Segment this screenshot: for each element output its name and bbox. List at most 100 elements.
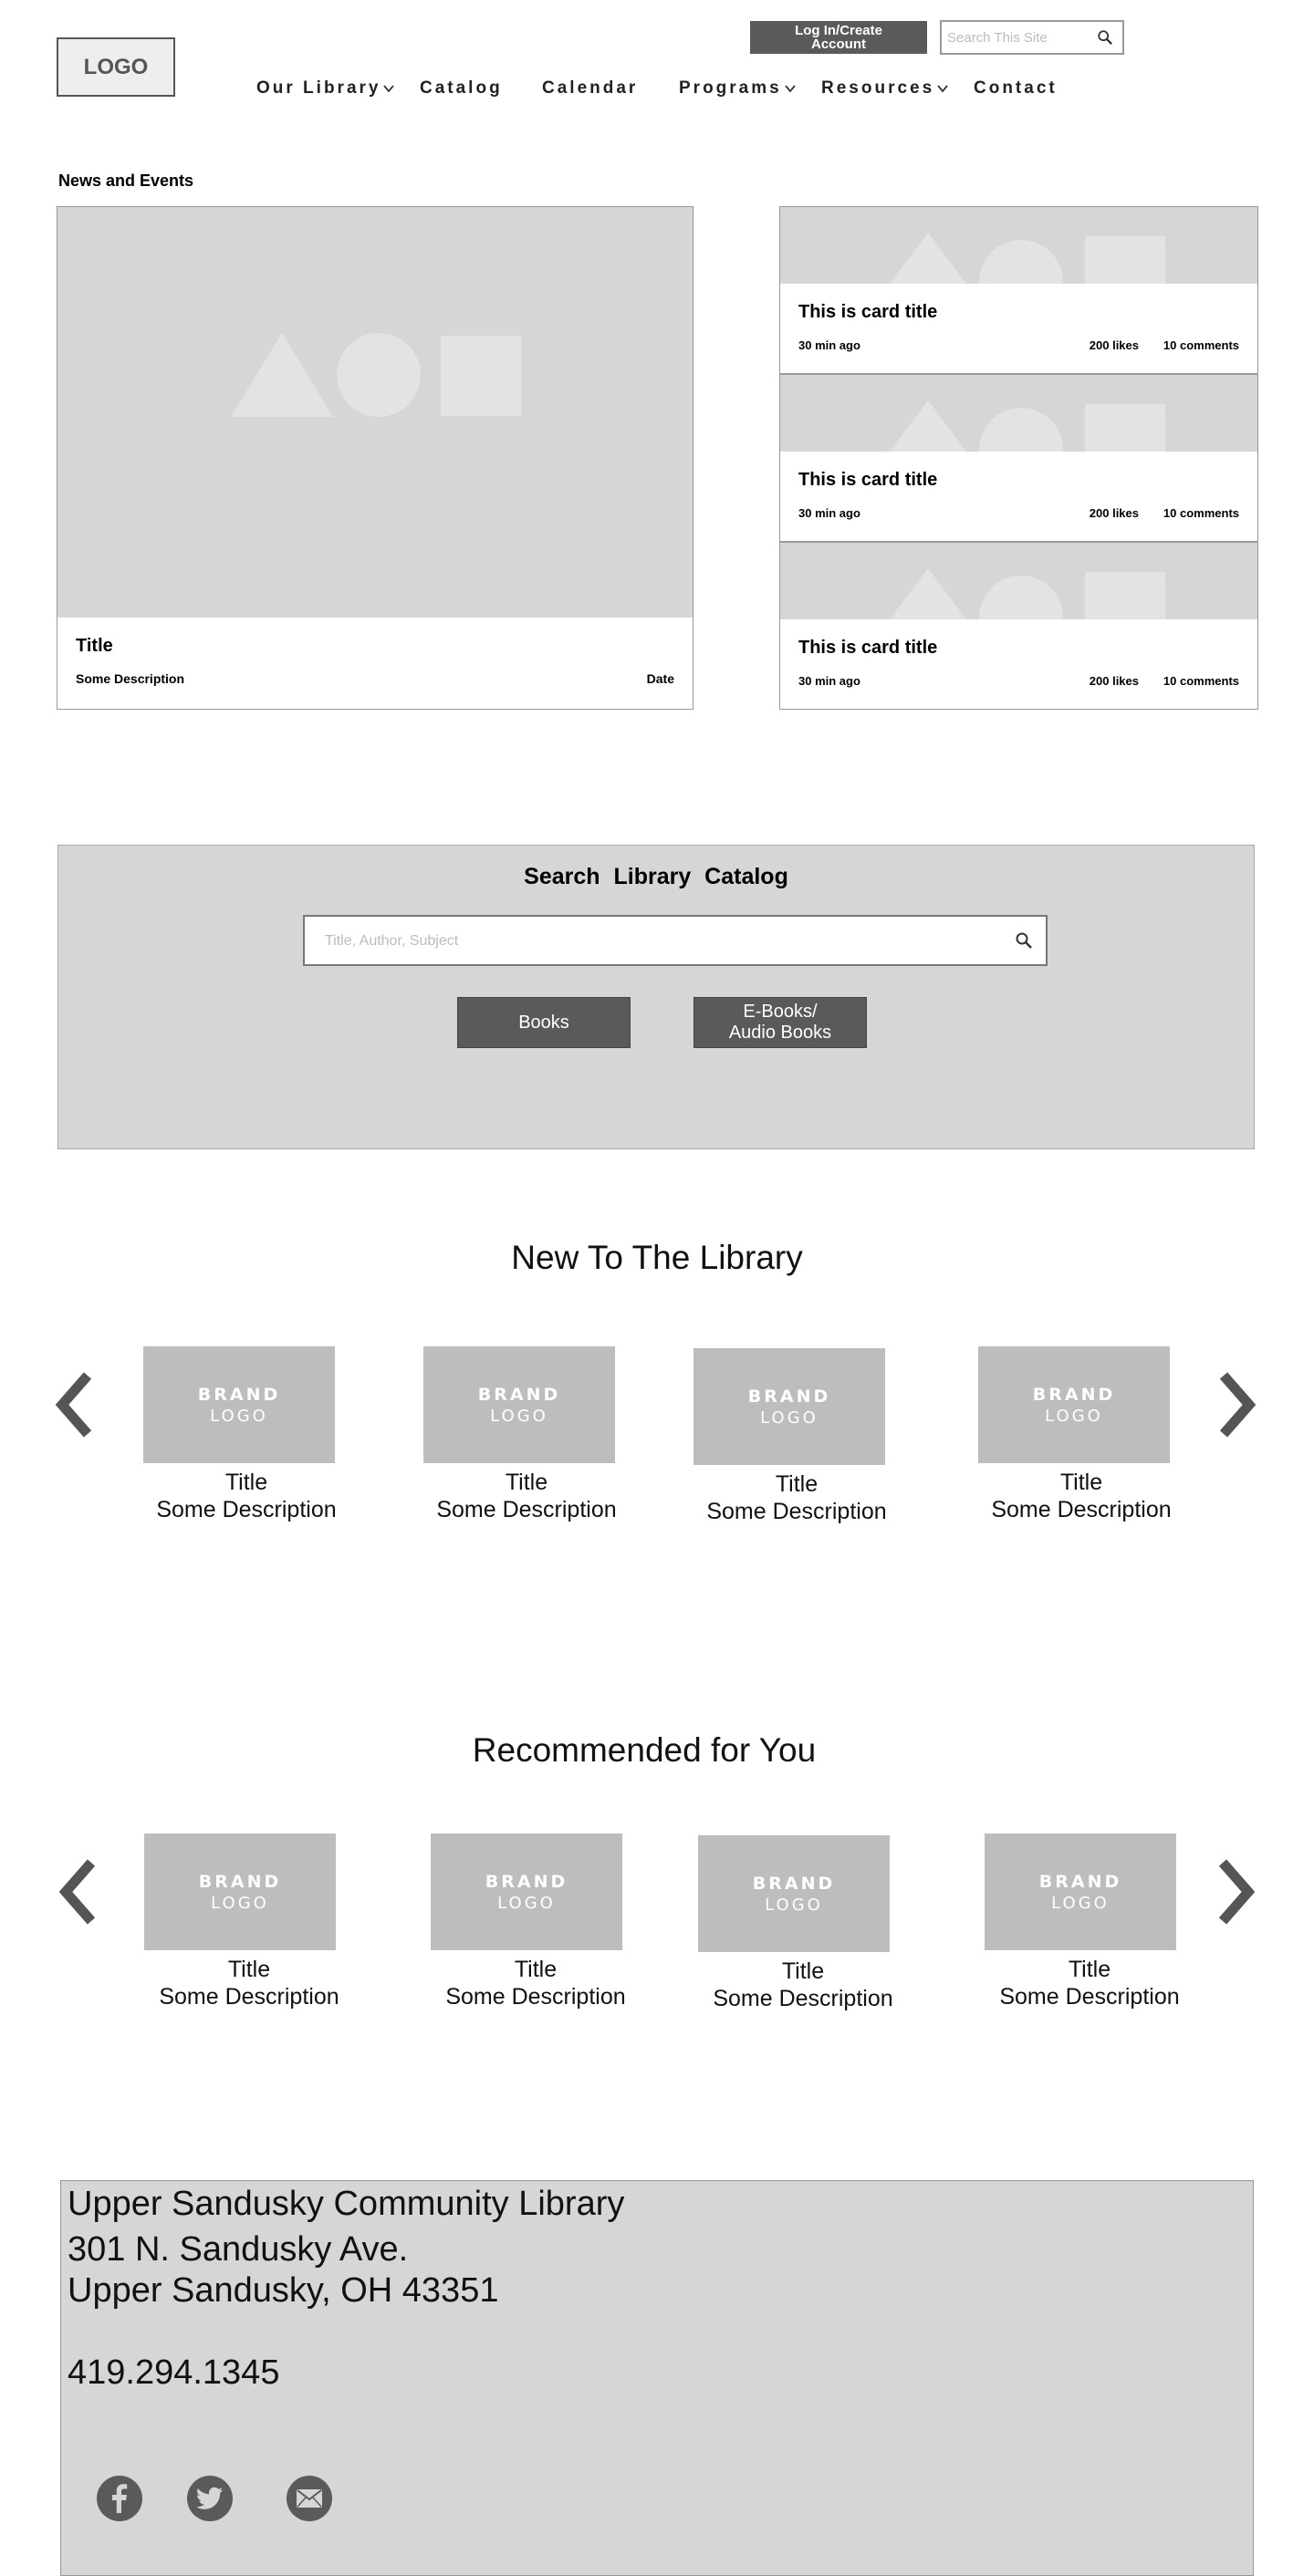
email-link[interactable] xyxy=(287,2476,332,2521)
chevron-down-icon xyxy=(785,85,796,93)
new-to-library-heading: New To The Library xyxy=(511,1239,803,1276)
nav-our-library[interactable]: Our Library xyxy=(256,78,395,99)
card-likes: 200 likes xyxy=(1089,674,1139,688)
item-description: Some Description xyxy=(713,1986,893,2011)
carousel-item-caption[interactable]: Title Some Description xyxy=(417,1956,654,2010)
news-card[interactable]: This is card title 30 min ago 200 likes … xyxy=(779,374,1258,542)
site-search xyxy=(940,20,1124,55)
placeholder-shapes-icon xyxy=(890,400,1165,452)
library-name: Upper Sandusky Community Library xyxy=(68,2185,625,2223)
books-button[interactable]: Books xyxy=(457,997,631,1048)
login-button-label: Log In/Create Account xyxy=(795,23,882,52)
card-time: 30 min ago xyxy=(798,338,860,352)
card-title: This is card title xyxy=(798,302,938,322)
image-placeholder xyxy=(780,543,1257,619)
item-description: Some Description xyxy=(156,1497,337,1522)
item-title: Title xyxy=(1068,1957,1111,1982)
carousel-prev-arrow-icon[interactable] xyxy=(57,1857,100,1927)
nav-label: Contact xyxy=(974,78,1058,98)
carousel-item-caption[interactable]: Title Some Description xyxy=(684,1958,922,2012)
brand-text: BRAND xyxy=(198,1871,282,1892)
brand-logo-placeholder[interactable]: BRAND LOGO xyxy=(694,1348,885,1465)
feature-news-card[interactable]: Title Some Description Date xyxy=(57,206,694,710)
nav-programs[interactable]: Programs xyxy=(679,78,796,99)
carousel-item-caption[interactable]: Title Some Description xyxy=(678,1470,915,1525)
card-title: This is card title xyxy=(798,470,938,490)
placeholder-shapes-icon xyxy=(890,568,1165,619)
item-description: Some Description xyxy=(999,1984,1180,2010)
catalog-search-panel: Search Library Catalog Books E-Books/ Au… xyxy=(57,845,1255,1149)
brand-logo-placeholder[interactable]: BRAND LOGO xyxy=(144,1833,336,1950)
nav-label: Programs xyxy=(679,78,782,98)
search-icon[interactable] xyxy=(1015,931,1033,950)
facebook-link[interactable] xyxy=(97,2476,142,2521)
login-create-account-button[interactable]: Log In/Create Account xyxy=(750,21,927,54)
nav-resources[interactable]: Resources xyxy=(821,78,948,99)
nav-catalog[interactable]: Catalog xyxy=(420,78,503,99)
twitter-link[interactable] xyxy=(187,2476,233,2521)
address-line-1: 301 N. Sandusky Ave. xyxy=(68,2230,409,2269)
carousel-next-arrow-icon[interactable] xyxy=(1215,1370,1258,1439)
logo-text: LOGO xyxy=(1045,1406,1103,1426)
chevron-down-icon xyxy=(937,85,948,93)
carousel-item-caption[interactable]: Title Some Description xyxy=(971,1956,1208,2010)
nav-label: Calendar xyxy=(542,78,639,98)
brand-logo-placeholder[interactable]: BRAND LOGO xyxy=(698,1835,890,1952)
catalog-search-input[interactable] xyxy=(325,930,964,953)
placeholder-shapes-icon xyxy=(231,333,521,417)
carousel-prev-arrow-icon[interactable] xyxy=(53,1370,97,1439)
brand-logo-placeholder[interactable]: BRAND LOGO xyxy=(978,1346,1170,1463)
logo-text: LOGO xyxy=(765,1895,823,1915)
brand-logo-placeholder[interactable]: BRAND LOGO xyxy=(431,1833,622,1950)
item-description: Some Description xyxy=(436,1497,617,1522)
feature-card-title: Title xyxy=(76,636,113,656)
news-card[interactable]: This is card title 30 min ago 200 likes … xyxy=(779,206,1258,374)
carousel-item-caption[interactable]: Title Some Description xyxy=(130,1956,368,2010)
catalog-search-title: Search Library Catalog xyxy=(524,864,788,889)
ebooks-audiobooks-button[interactable]: E-Books/ Audio Books xyxy=(694,997,867,1048)
item-title: Title xyxy=(1059,1470,1103,1495)
image-placeholder xyxy=(780,207,1257,284)
ebooks-label-line2: Audio Books xyxy=(728,1023,832,1043)
brand-text: BRAND xyxy=(485,1871,568,1892)
nav-contact[interactable]: Contact xyxy=(974,78,1058,99)
card-time: 30 min ago xyxy=(798,674,860,688)
brand-text: BRAND xyxy=(747,1386,831,1407)
news-section-heading: News and Events xyxy=(58,171,194,190)
catalog-search-box xyxy=(303,915,1048,966)
carousel-item-caption[interactable]: Title Some Description xyxy=(963,1469,1200,1523)
logo-text: LOGO xyxy=(760,1407,819,1428)
image-placeholder xyxy=(780,375,1257,452)
brand-logo-placeholder[interactable]: BRAND LOGO xyxy=(423,1346,615,1463)
item-title: Title xyxy=(514,1957,558,1982)
item-description: Some Description xyxy=(445,1984,626,2010)
facebook-icon xyxy=(112,2484,128,2513)
item-title: Title xyxy=(775,1471,819,1497)
card-comments: 10 comments xyxy=(1163,674,1239,688)
email-icon xyxy=(297,2489,322,2508)
nav-label: Catalog xyxy=(420,78,503,98)
image-placeholder xyxy=(57,207,693,618)
site-search-input[interactable] xyxy=(947,27,1084,47)
brand-logo-placeholder[interactable]: BRAND LOGO xyxy=(143,1346,335,1463)
brand-text: BRAND xyxy=(197,1384,281,1405)
site-logo[interactable]: LOGO xyxy=(57,37,175,97)
feature-card-date: Date xyxy=(646,671,674,686)
ebooks-label-line1: E-Books/ xyxy=(743,1002,818,1022)
twitter-icon xyxy=(196,2487,223,2509)
nav-calendar[interactable]: Calendar xyxy=(542,78,638,99)
placeholder-shapes-icon xyxy=(890,233,1165,284)
carousel-item-caption[interactable]: Title Some Description xyxy=(128,1469,365,1523)
logo-text: LOGO xyxy=(497,1893,556,1913)
news-card[interactable]: This is card title 30 min ago 200 likes … xyxy=(779,542,1258,710)
carousel-next-arrow-icon[interactable] xyxy=(1214,1857,1257,1927)
carousel-item-caption[interactable]: Title Some Description xyxy=(408,1469,645,1523)
phone-number[interactable]: 419.294.1345 xyxy=(68,2353,279,2393)
logo-text: LOGO xyxy=(210,1406,268,1426)
search-icon[interactable] xyxy=(1097,29,1113,46)
brand-text: BRAND xyxy=(752,1873,836,1894)
card-likes: 200 likes xyxy=(1089,338,1139,352)
brand-logo-placeholder[interactable]: BRAND LOGO xyxy=(985,1833,1176,1950)
books-button-label: Books xyxy=(518,1012,569,1033)
logo-text: LOGO xyxy=(490,1406,548,1426)
